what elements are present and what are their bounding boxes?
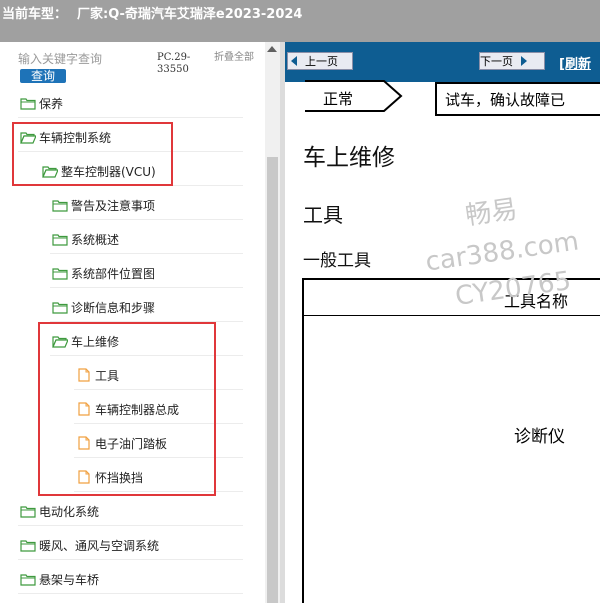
tools-table: 工具名称 诊断仪 [302, 278, 600, 603]
folder-icon [20, 574, 36, 586]
sidebar-scrollbar[interactable] [265, 42, 280, 603]
search-input[interactable] [18, 51, 146, 67]
flow-step-text: 试车，确认故障已 [445, 91, 566, 109]
tree-item-maintenance[interactable]: 保养 [20, 90, 63, 116]
arrow-left-icon [291, 56, 297, 66]
tree-item-label: 系统概述 [71, 232, 120, 247]
watermark-line2: car388.com [423, 226, 581, 278]
tree-item-label: 警告及注意事项 [71, 198, 156, 213]
tree-item-system-overview[interactable]: 系统概述 [52, 226, 119, 252]
tree-item-component-locations[interactable]: 系统部件位置图 [52, 260, 155, 286]
window-title: 当前车型： 厂家:Q-奇瑞汽车艾瑞泽e2023-2024 [2, 3, 312, 22]
divider [18, 593, 243, 594]
folder-icon [52, 234, 68, 246]
tree-item-label: 诊断信息和步骤 [71, 300, 156, 315]
arrow-right-icon [521, 56, 527, 66]
search-area: 查询 PC.29-33550 折叠全部 [0, 42, 265, 88]
flow-status-arrow [305, 80, 403, 112]
table-cell-diagnostic-tool: 诊断仪 [514, 427, 565, 447]
section-title: 车上维修 [303, 145, 395, 171]
folder-icon [52, 200, 68, 212]
pc-code: PC.29-33550 [157, 52, 191, 75]
divider [50, 253, 243, 254]
folder-icon [20, 506, 36, 518]
sidebar: 查询 PC.29-33550 折叠全部 保养 车辆控制系统 整车控制器(VCU)… [0, 42, 280, 603]
watermark-line1: 畅易 [463, 194, 520, 232]
next-page-button[interactable]: 下一页 [479, 52, 545, 70]
title-value: 厂家:Q-奇瑞汽车艾瑞泽e2023-2024 [77, 7, 303, 22]
highlight-box-on-vehicle-service [38, 322, 216, 496]
title-bar: 当前车型： 厂家:Q-奇瑞汽车艾瑞泽e2023-2024 [0, 0, 600, 42]
tree-item-label: 保养 [39, 96, 64, 111]
folder-icon [52, 302, 68, 314]
tree-item-electrification[interactable]: 电动化系统 [20, 498, 99, 524]
content-toolbar: 上一页 下一页 [刷新 [285, 42, 600, 82]
tree-item-diagnostics[interactable]: 诊断信息和步骤 [52, 294, 155, 320]
scroll-thumb[interactable] [267, 157, 278, 603]
previous-page-label: 上一页 [305, 55, 338, 68]
tree-item-label: 暖风、通风与空调系统 [39, 538, 160, 553]
table-row-divider [304, 315, 600, 316]
tree-item-hvac[interactable]: 暖风、通风与空调系统 [20, 532, 159, 558]
folder-icon [20, 98, 36, 110]
divider [18, 559, 243, 560]
collapse-all-button[interactable]: 折叠全部 [214, 52, 258, 64]
refresh-link[interactable]: [刷新 [559, 53, 591, 72]
folder-icon [52, 268, 68, 280]
divider [18, 117, 243, 118]
title-label: 当前车型： [2, 7, 68, 22]
highlight-box-vehicle-control [12, 122, 173, 186]
table-header-tool-name: 工具名称 [504, 292, 569, 311]
flow-step-box: 试车，确认故障已 [435, 82, 600, 116]
content-pane: 上一页 下一页 [刷新 正常 试车，确认故障已 车上维修 工具 一般工具 工具名… [285, 42, 600, 603]
divider [50, 219, 243, 220]
divider [18, 525, 243, 526]
tree-item-label: 悬架与车桥 [39, 572, 100, 587]
folder-icon [20, 540, 36, 552]
subsubsection-title: 一般工具 [303, 251, 371, 271]
subsection-title: 工具 [303, 203, 343, 227]
tree-item-suspension-axle[interactable]: 悬架与车桥 [20, 566, 99, 592]
tree-item-label: 电动化系统 [39, 504, 100, 519]
scroll-up-icon[interactable] [267, 46, 277, 52]
tree-item-label: 系统部件位置图 [71, 266, 156, 281]
flow-status-text: 正常 [323, 90, 354, 108]
previous-page-button[interactable]: 上一页 [287, 52, 353, 70]
tree-item-warnings[interactable]: 警告及注意事项 [52, 192, 155, 218]
query-button[interactable]: 查询 [20, 69, 66, 83]
next-page-label: 下一页 [480, 55, 513, 68]
divider [50, 287, 243, 288]
